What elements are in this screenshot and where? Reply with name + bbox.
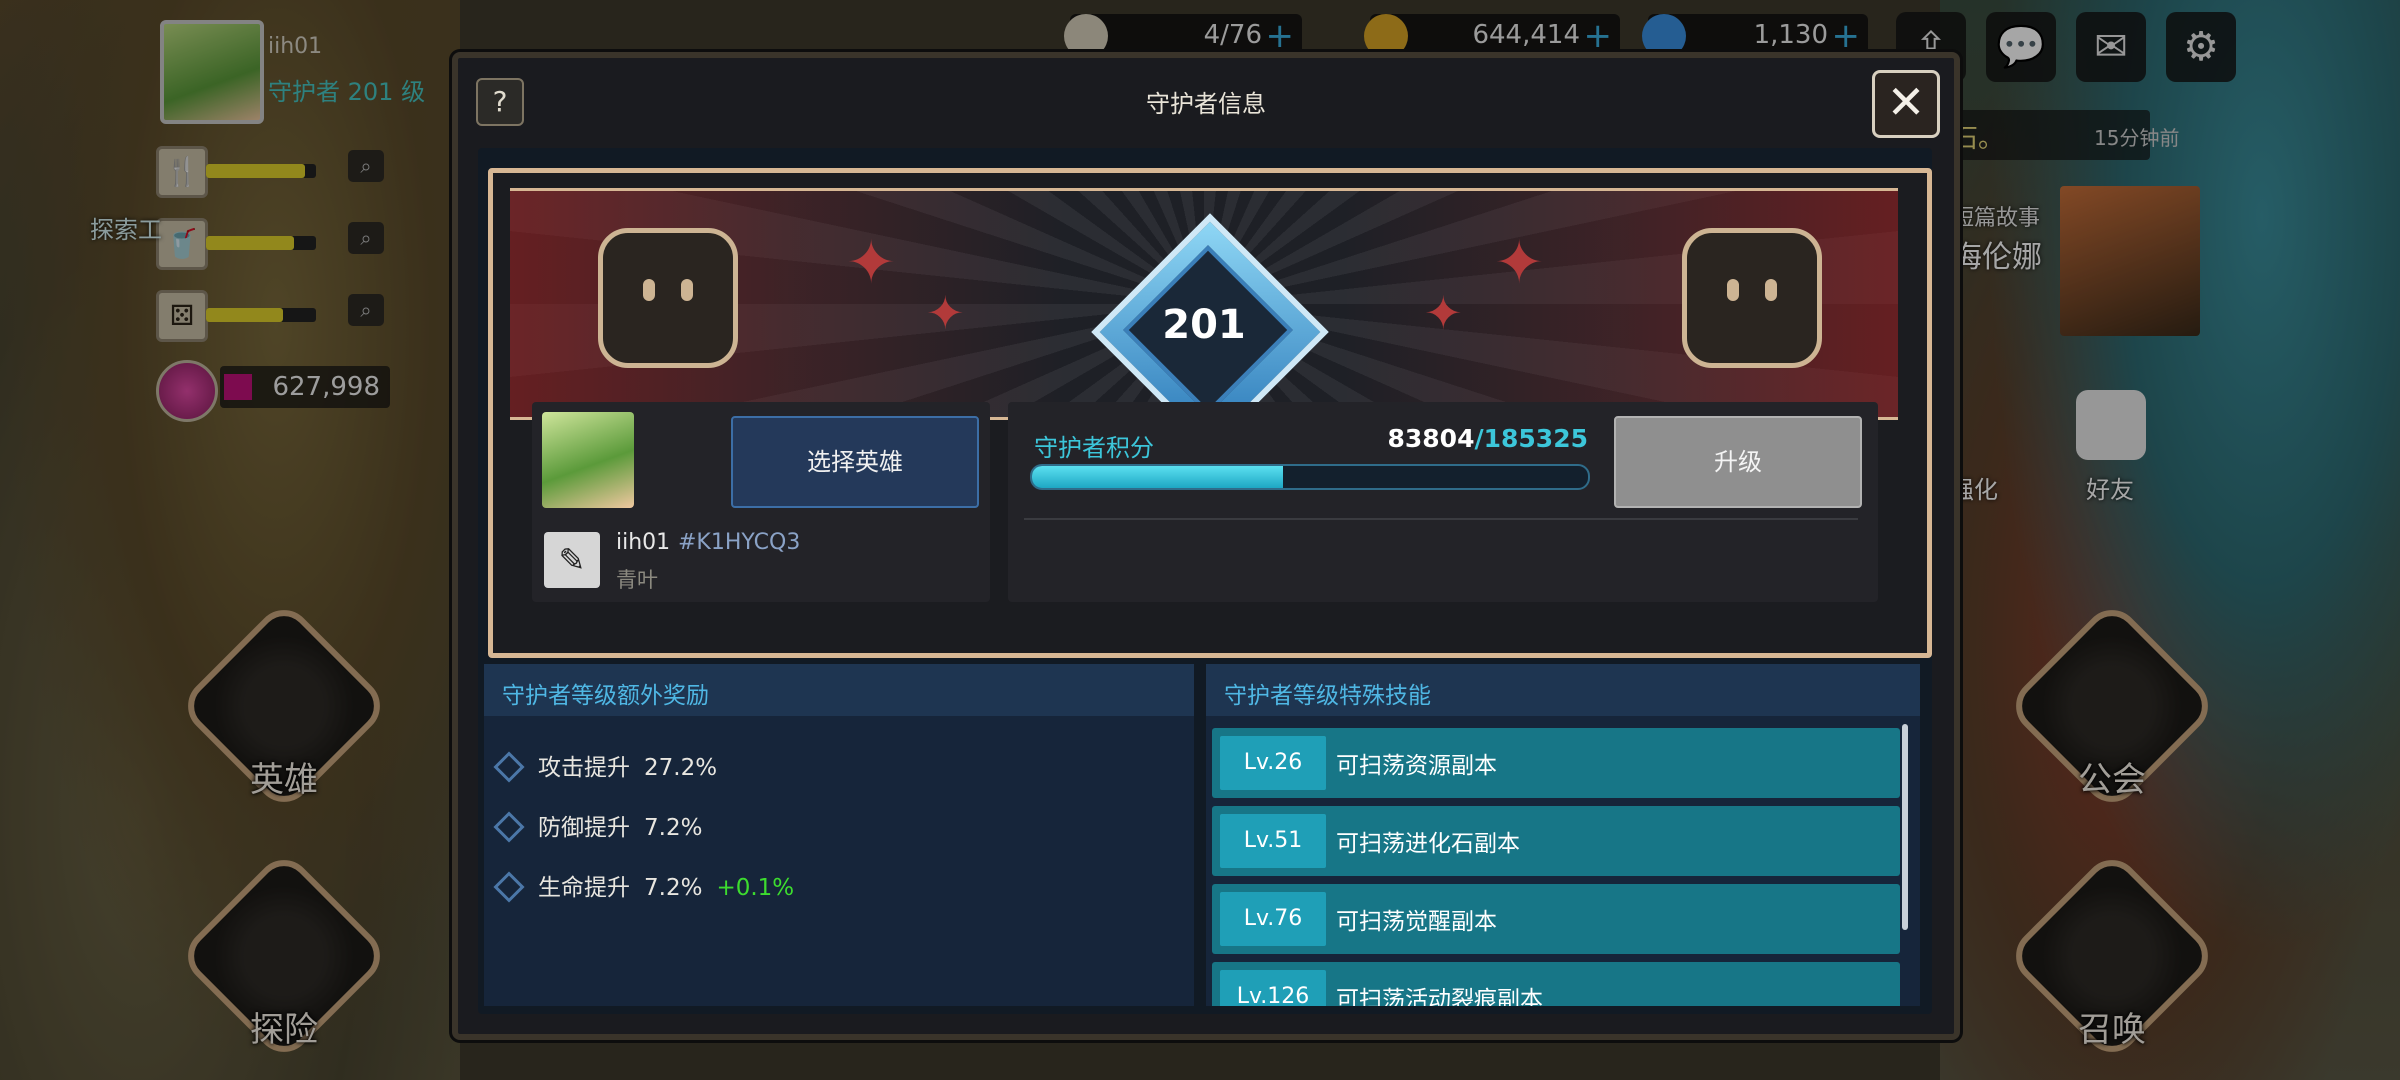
skills-header: 守护者等级特殊技能 (1206, 664, 1920, 716)
reward-value: 27.2% (644, 755, 718, 781)
skill-row[interactable]: Lv.51 可扫荡进化石副本 (1212, 806, 1900, 876)
reward-bonus: +0.1% (716, 875, 795, 901)
skill-level: Lv.76 (1220, 892, 1326, 946)
star-icon: ✦ (926, 286, 965, 340)
reward-value: 7.2% (644, 875, 703, 901)
skill-level: Lv.126 (1220, 970, 1326, 1006)
reward-name: 生命提升 (538, 875, 630, 901)
skill-text: 可扫荡活动裂痕副本 (1336, 987, 1543, 1006)
dialog-title: 守护者信息 (1146, 90, 1266, 118)
diamond-icon (493, 750, 525, 783)
diamond-icon (493, 810, 525, 843)
guardian-info-dialog: 守护者信息 ? ✕ ✦ ✦ ✦ ✦ 201 选择英雄 ✎ iih01 #K1HY… (452, 52, 1960, 1040)
skills-title: 守护者等级特殊技能 (1224, 683, 1431, 709)
rewards-header: 守护者等级额外奖励 (484, 664, 1194, 716)
reward-row: 防御提升 7.2% (493, 808, 703, 843)
skills-scrollbar[interactable] (1902, 724, 1908, 930)
hero-avatar[interactable] (542, 412, 634, 508)
skill-text: 可扫荡资源副本 (1336, 753, 1497, 779)
star-icon: ✦ (846, 228, 897, 298)
skill-level: Lv.51 (1220, 814, 1326, 868)
skill-text: 可扫荡觉醒副本 (1336, 909, 1497, 935)
skill-text: 可扫荡进化石副本 (1336, 831, 1520, 857)
select-hero-button[interactable]: 选择英雄 (731, 416, 979, 508)
reward-name: 攻击提升 (538, 755, 630, 781)
mascot-left-icon (598, 228, 738, 368)
reward-name: 防御提升 (538, 815, 630, 841)
edit-icon[interactable]: ✎ (544, 532, 600, 588)
guardian-level: 201 (1162, 302, 1246, 348)
score-progress-fill (1032, 466, 1284, 488)
reward-value: 7.2% (644, 815, 703, 841)
user-tag: #K1HYCQ3 (678, 530, 801, 555)
star-icon: ✦ (1424, 286, 1463, 340)
skill-row[interactable]: Lv.126 可扫荡活动裂痕副本 (1212, 962, 1900, 1006)
skill-level: Lv.26 (1220, 736, 1326, 790)
help-button[interactable]: ? (476, 78, 524, 126)
skill-row[interactable]: Lv.76 可扫荡觉醒副本 (1212, 884, 1900, 954)
hero-name: 青叶 (616, 568, 658, 592)
reward-row: 攻击提升 27.2% (493, 748, 718, 783)
diamond-icon (493, 870, 525, 903)
skills-panel[interactable]: 守护者等级特殊技能 Lv.26 可扫荡资源副本 Lv.51 可扫荡进化石副本 Lv.… (1206, 664, 1920, 1006)
divider (1024, 518, 1858, 520)
score-value: 83804/185325 (1318, 424, 1589, 453)
close-button[interactable]: ✕ (1872, 70, 1940, 138)
star-icon: ✦ (1494, 228, 1545, 298)
score-max: /185325 (1474, 424, 1588, 453)
score-progress-bar (1030, 464, 1590, 490)
score-current: 83804 (1387, 424, 1475, 453)
reward-row: 生命提升 7.2% +0.1% (493, 868, 795, 903)
user-name: iih01 (616, 530, 671, 555)
mascot-right-icon (1682, 228, 1822, 368)
rewards-title: 守护者等级额外奖励 (502, 683, 709, 709)
skill-row[interactable]: Lv.26 可扫荡资源副本 (1212, 728, 1900, 798)
rewards-panel: 守护者等级额外奖励 攻击提升 27.2% 防御提升 7.2% 生命提升 7.2% +0.… (484, 664, 1194, 1006)
score-label: 守护者积分 (1034, 434, 1154, 462)
upgrade-button[interactable]: 升级 (1614, 416, 1862, 508)
